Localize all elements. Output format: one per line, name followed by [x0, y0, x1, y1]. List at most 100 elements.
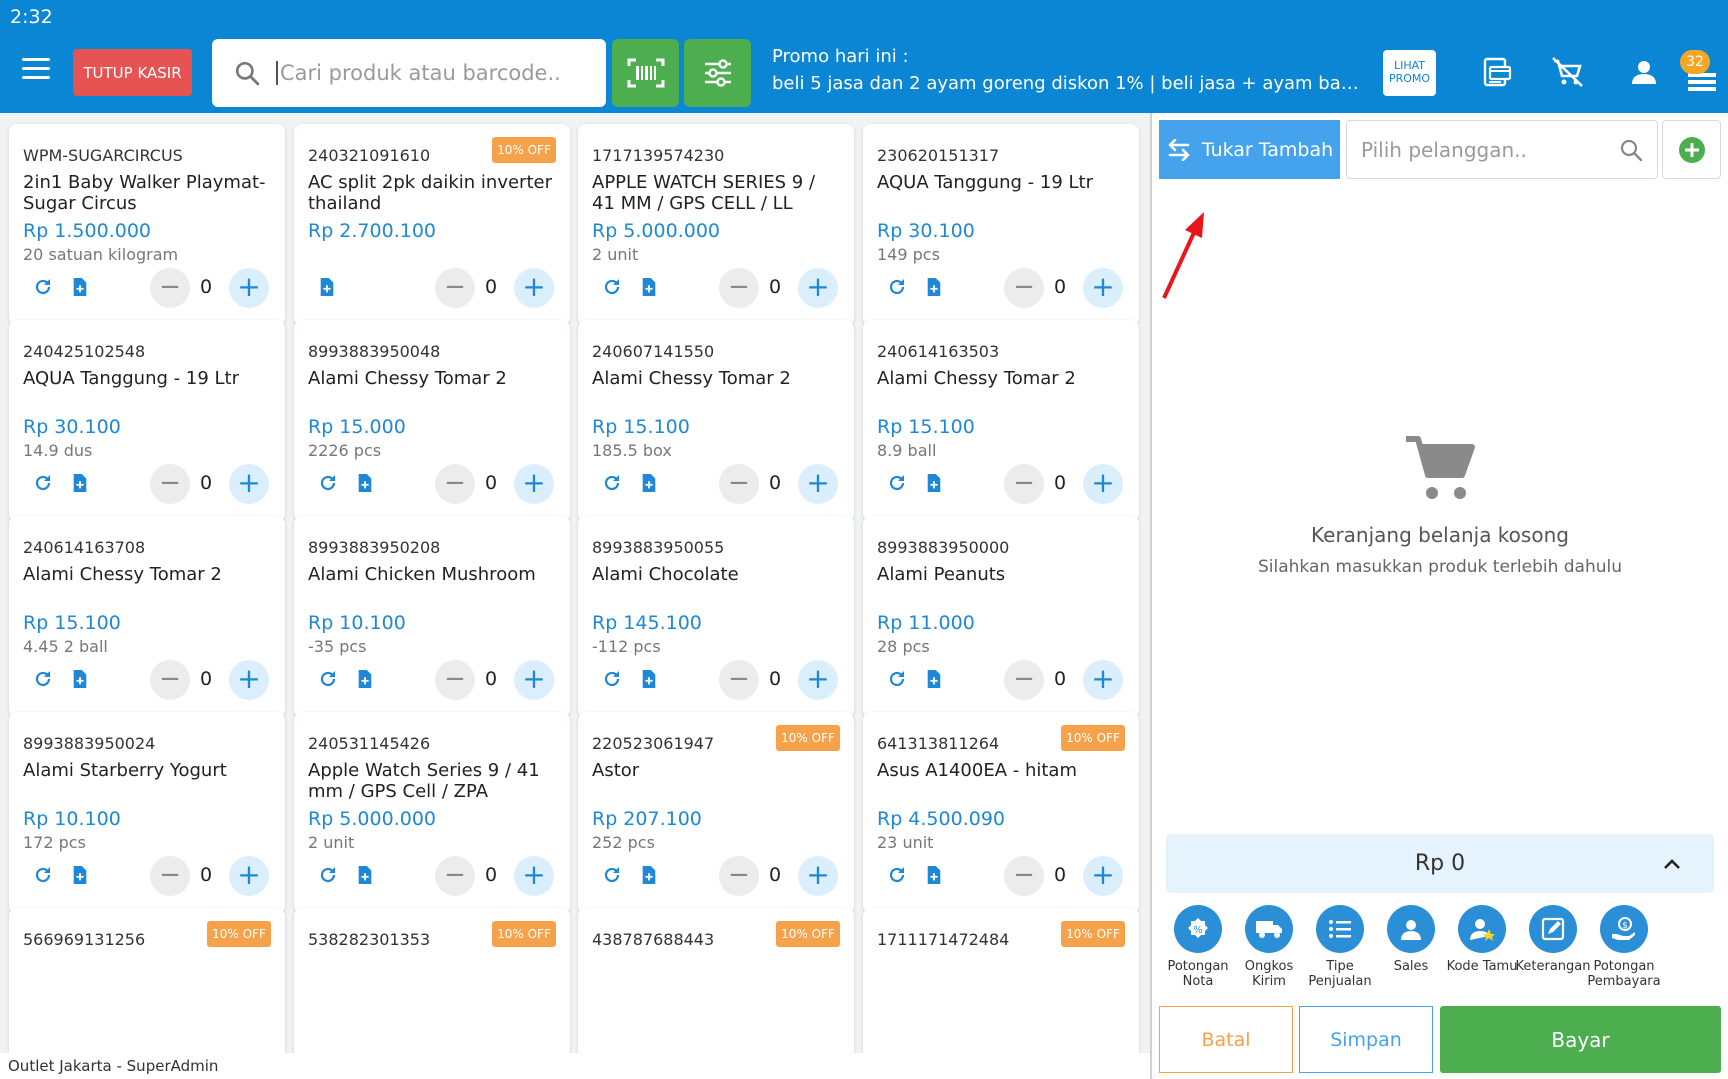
add-note-icon[interactable] — [640, 865, 660, 887]
decrease-qty-button[interactable]: − — [1004, 660, 1044, 700]
cashier-report-button[interactable] — [1476, 52, 1516, 92]
product-card[interactable]: 240614163708 Alami Chessy Tomar 2 Rp 15.10… — [9, 516, 285, 718]
decrease-qty-button[interactable]: − — [1004, 856, 1044, 896]
decrease-qty-button[interactable]: − — [435, 660, 475, 700]
increase-qty-button[interactable]: + — [514, 856, 554, 896]
customer-select[interactable] — [1346, 120, 1658, 179]
add-note-icon[interactable] — [640, 669, 660, 691]
tutup-kasir-button[interactable]: TUTUP KASIR — [73, 49, 192, 96]
product-card[interactable]: 240321091610 10% OFF AC split 2pk daikin i… — [294, 124, 570, 326]
increase-qty-button[interactable]: + — [229, 660, 269, 700]
product-card[interactable]: 220523061947 10% OFF Astor Rp 207.100 252 pc… — [578, 712, 854, 914]
refresh-icon[interactable] — [33, 865, 53, 885]
product-card[interactable]: 8993883950000 Alami Peanuts Rp 11.000 28 pc… — [863, 516, 1139, 718]
product-card[interactable]: 538282301353 10% OFF — [294, 908, 570, 1053]
add-customer-button[interactable] — [1662, 120, 1721, 179]
add-note-icon[interactable] — [71, 669, 91, 691]
refresh-icon[interactable] — [33, 473, 53, 493]
decrease-qty-button[interactable]: − — [435, 268, 475, 308]
refresh-icon[interactable] — [602, 865, 622, 885]
add-note-icon[interactable] — [71, 277, 91, 299]
add-note-icon[interactable] — [71, 473, 91, 495]
decrease-qty-button[interactable]: − — [150, 268, 190, 308]
cart-action-button[interactable]: Kode Tamu — [1442, 905, 1522, 974]
add-note-icon[interactable] — [925, 473, 945, 495]
refresh-icon[interactable] — [887, 277, 907, 297]
cart-action-button[interactable]: Ongkos Kirim — [1229, 905, 1309, 989]
refresh-icon[interactable] — [318, 865, 338, 885]
cart-total-bar[interactable]: Rp 0 — [1166, 834, 1714, 893]
refresh-icon[interactable] — [887, 669, 907, 689]
product-search-box[interactable] — [212, 39, 606, 107]
increase-qty-button[interactable]: + — [229, 268, 269, 308]
product-card[interactable]: 240531145426 Apple Watch Series 9 / 41 mm… — [294, 712, 570, 914]
chevron-up-icon[interactable] — [1662, 834, 1682, 893]
simpan-button[interactable]: Simpan — [1299, 1006, 1433, 1073]
refresh-icon[interactable] — [887, 865, 907, 885]
product-card[interactable]: 438787688443 10% OFF — [578, 908, 854, 1053]
refresh-icon[interactable] — [33, 669, 53, 689]
add-note-icon[interactable] — [356, 669, 376, 691]
increase-qty-button[interactable]: + — [1083, 856, 1123, 896]
lihat-promo-button[interactable]: LIHAT PROMO — [1383, 50, 1436, 96]
refresh-icon[interactable] — [887, 473, 907, 493]
product-card[interactable]: 641313811264 10% OFF Asus A1400EA - hitam R… — [863, 712, 1139, 914]
product-card[interactable]: 240607141550 Alami Chessy Tomar 2 Rp 15.10… — [578, 320, 854, 522]
cart-action-button[interactable]: Tipe Penjualan — [1300, 905, 1380, 989]
product-card[interactable]: 240614163503 Alami Chessy Tomar 2 Rp 15.10… — [863, 320, 1139, 522]
add-note-icon[interactable] — [640, 473, 660, 495]
decrease-qty-button[interactable]: − — [150, 464, 190, 504]
product-card[interactable]: 8993883950208 Alami Chicken Mushroom Rp 10… — [294, 516, 570, 718]
cart-action-button[interactable]: Keterangan — [1513, 905, 1593, 974]
add-note-icon[interactable] — [356, 865, 376, 887]
increase-qty-button[interactable]: + — [229, 856, 269, 896]
increase-qty-button[interactable]: + — [514, 660, 554, 700]
refresh-icon[interactable] — [602, 473, 622, 493]
decrease-qty-button[interactable]: − — [150, 856, 190, 896]
increase-qty-button[interactable]: + — [514, 268, 554, 308]
add-note-icon[interactable] — [640, 277, 660, 299]
add-note-icon[interactable] — [318, 277, 338, 299]
increase-qty-button[interactable]: + — [798, 464, 838, 504]
increase-qty-button[interactable]: + — [229, 464, 269, 504]
product-search-input[interactable] — [276, 61, 586, 85]
increase-qty-button[interactable]: + — [798, 856, 838, 896]
decrease-qty-button[interactable]: − — [1004, 464, 1044, 504]
barcode-scan-button[interactable] — [612, 39, 679, 107]
decrease-qty-button[interactable]: − — [150, 660, 190, 700]
product-card[interactable]: 566969131256 10% OFF — [9, 908, 285, 1053]
customer-search-input[interactable] — [1361, 137, 1601, 162]
product-card[interactable]: 8993883950048 Alami Chessy Tomar 2 Rp 15.0… — [294, 320, 570, 522]
product-card[interactable]: 8993883950055 Alami Chocolate Rp 145.100 -1… — [578, 516, 854, 718]
add-note-icon[interactable] — [71, 865, 91, 887]
increase-qty-button[interactable]: + — [798, 268, 838, 308]
bayar-button[interactable]: Bayar — [1440, 1006, 1721, 1073]
increase-qty-button[interactable]: + — [798, 660, 838, 700]
increase-qty-button[interactable]: + — [1083, 268, 1123, 308]
refresh-icon[interactable] — [602, 669, 622, 689]
refresh-icon[interactable] — [318, 473, 338, 493]
increase-qty-button[interactable]: + — [1083, 464, 1123, 504]
add-note-icon[interactable] — [925, 277, 945, 299]
decrease-qty-button[interactable]: − — [719, 268, 759, 308]
refresh-icon[interactable] — [33, 277, 53, 297]
product-card[interactable]: 8993883950024 Alami Starberry Yogurt Rp 10… — [9, 712, 285, 914]
cart-action-button[interactable]: $ Potongan Pembayara — [1584, 905, 1664, 989]
add-note-icon[interactable] — [925, 865, 945, 887]
product-card[interactable]: 1711171472484 10% OFF — [863, 908, 1139, 1053]
decrease-qty-button[interactable]: − — [435, 856, 475, 896]
product-card[interactable]: 240425102548 AQUA Tanggung - 19 Ltr Rp 30.… — [9, 320, 285, 522]
clear-cart-button[interactable] — [1548, 52, 1588, 92]
increase-qty-button[interactable]: + — [1083, 660, 1123, 700]
decrease-qty-button[interactable]: − — [1004, 268, 1044, 308]
cart-action-button[interactable]: Sales — [1371, 905, 1451, 974]
decrease-qty-button[interactable]: − — [719, 660, 759, 700]
hamburger-menu-icon[interactable] — [22, 58, 50, 88]
decrease-qty-button[interactable]: − — [719, 464, 759, 504]
batal-button[interactable]: Batal — [1159, 1006, 1293, 1073]
cart-action-button[interactable]: % Potongan Nota — [1158, 905, 1238, 989]
refresh-icon[interactable] — [602, 277, 622, 297]
refresh-icon[interactable] — [318, 669, 338, 689]
product-card[interactable]: 1717139574230 APPLE WATCH SERIES 9 / 41 M… — [578, 124, 854, 326]
decrease-qty-button[interactable]: − — [719, 856, 759, 896]
